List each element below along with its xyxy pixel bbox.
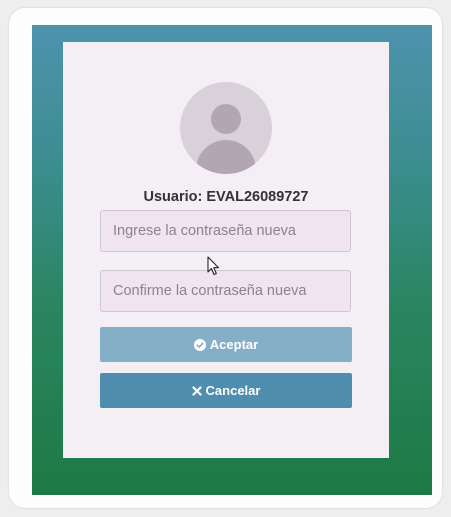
user-avatar-icon — [180, 82, 272, 174]
check-circle-icon — [193, 338, 206, 351]
new-password-input[interactable] — [100, 210, 351, 252]
accept-button[interactable]: Aceptar — [100, 327, 352, 362]
cancel-button-label: Cancelar — [205, 383, 261, 398]
avatar-body — [196, 140, 256, 174]
confirm-password-input[interactable] — [100, 270, 351, 312]
avatar-head — [211, 104, 241, 134]
username-label: Usuario: EVAL26089727 — [143, 189, 309, 205]
mouse-cursor-icon — [207, 256, 221, 281]
close-icon — [191, 385, 202, 396]
accept-button-label: Aceptar — [209, 337, 259, 352]
cancel-button[interactable]: Cancelar — [100, 373, 352, 408]
password-change-card: Usuario: EVAL26089727 Aceptar Cancelar — [63, 42, 389, 458]
